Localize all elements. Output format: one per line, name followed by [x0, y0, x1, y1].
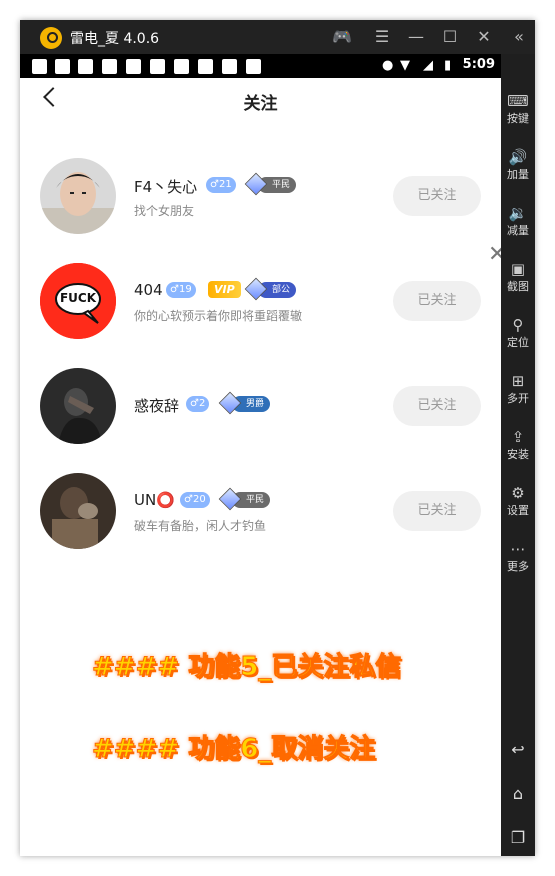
- notification-icon: [126, 59, 141, 74]
- username: 404: [134, 281, 163, 299]
- screenshot-icon: ▣: [510, 260, 526, 278]
- ldplayer-logo-icon: [40, 27, 62, 49]
- avatar-photo-icon: [40, 368, 116, 444]
- gender-age-badge: ♂19: [166, 282, 196, 298]
- avatar-text: FUCK: [59, 291, 97, 305]
- overlay-annotation-2: #### 功能6_取消关注: [91, 734, 376, 765]
- notification-icon: [174, 59, 189, 74]
- menu-icon[interactable]: ☰: [370, 26, 394, 48]
- user-bio: 你的心软预示着你即将重蹈覆辙: [134, 309, 303, 323]
- username: F4丶失心: [134, 178, 198, 196]
- notification-icon: [150, 59, 165, 74]
- following-button[interactable]: 已关注: [393, 386, 481, 426]
- sidebar-item-multi-open[interactable]: ⊞ 多开: [501, 372, 535, 406]
- avatar[interactable]: [40, 473, 116, 549]
- page-header: 关注: [20, 78, 501, 122]
- sidebar-item-screenshot[interactable]: ▣ 截图: [501, 260, 535, 294]
- location-status-icon: ●: [382, 58, 394, 73]
- notification-icon: [222, 59, 237, 74]
- maximize-icon[interactable]: ☐: [438, 26, 462, 48]
- gender-age-badge: ♂2: [186, 396, 210, 412]
- volume-up-icon: 🔊: [508, 148, 528, 166]
- page-title: 关注: [243, 94, 278, 114]
- sidebar-item-location[interactable]: ⚲ 定位: [501, 316, 535, 350]
- clock: 5:09: [462, 57, 495, 72]
- follow-list-item[interactable]: FUCK 404 ♂19 VIP 部公 你的心软预示着你即将重蹈覆辙 已关注: [20, 263, 501, 363]
- follow-list-item[interactable]: 惑夜辞 ♂2 男爵 已关注: [20, 368, 501, 468]
- install-icon: ⇪: [511, 428, 525, 446]
- user-bio: 找个女朋友: [134, 204, 195, 218]
- avatar[interactable]: FUCK: [40, 263, 116, 339]
- battery-icon: ▮: [444, 58, 452, 73]
- emulator-sidebar: ⌨ 按键 🔊 加量 🔉 减量 ▣ 截图 ⚲ 定位 ⊞ 多开 ⇪ 安装 ⚙ 设置 ⋯ 更多 ↩ ⌂ …: [501, 54, 535, 856]
- emulator-title: 雷电_夏 4.0.6: [70, 31, 160, 47]
- location-icon: ⚲: [512, 316, 524, 334]
- avatar-photo-icon: [40, 158, 116, 234]
- follow-list-item[interactable]: F4丶失心 ♂21 平民 找个女朋友 已关注: [20, 158, 501, 258]
- settings-icon: ⚙: [511, 484, 525, 502]
- volume-down-icon: 🔉: [508, 204, 528, 222]
- gender-age-badge: ♂20: [180, 492, 210, 508]
- sidebar-item-keys[interactable]: ⌨ 按键: [501, 92, 535, 126]
- more-icon: ⋯: [510, 540, 526, 558]
- notification-icon: [78, 59, 93, 74]
- gender-age-badge: ♂21: [206, 177, 236, 193]
- notification-icon: [55, 59, 70, 74]
- avatar[interactable]: [40, 158, 116, 234]
- avatar-photo-icon: [40, 473, 116, 549]
- notification-icon: [246, 59, 261, 74]
- notification-icon: [102, 59, 117, 74]
- sidebar-item-volume-up[interactable]: 🔊 加量: [501, 148, 535, 182]
- wifi-icon: ▼: [400, 58, 410, 73]
- sidebar-item-volume-down[interactable]: 🔉 减量: [501, 204, 535, 238]
- minimize-icon[interactable]: —: [404, 26, 428, 48]
- keyboard-icon: ⌨: [507, 92, 529, 110]
- close-icon[interactable]: ✕: [472, 26, 496, 48]
- nav-home-icon[interactable]: ⌂: [501, 784, 535, 803]
- sidebar-item-more[interactable]: ⋯ 更多: [501, 540, 535, 574]
- username: UN⭕: [134, 491, 175, 509]
- user-bio: 破车有备胎，闲人才钓鱼: [134, 519, 267, 533]
- android-status-bar: ● ▼ ◢ ▮ 5:09: [20, 54, 501, 78]
- follow-list-item[interactable]: UN⭕ ♂20 平民 破车有备胎，闲人才钓鱼 已关注: [20, 473, 501, 573]
- following-button[interactable]: 已关注: [393, 281, 481, 321]
- avatar[interactable]: [40, 368, 116, 444]
- sidebar-item-settings[interactable]: ⚙ 设置: [501, 484, 535, 518]
- gamepad-icon[interactable]: 🎮: [330, 26, 354, 48]
- no-signal-icon: ◢: [423, 58, 433, 73]
- emulator-title-bar: 雷电_夏 4.0.6 🎮 ☰ — ☐ ✕ «: [20, 20, 535, 54]
- emulator-window: 雷电_夏 4.0.6 🎮 ☰ — ☐ ✕ « ● ▼ ◢ ▮ 5:09 关注 F…: [20, 20, 535, 856]
- sidebar-item-install[interactable]: ⇪ 安装: [501, 428, 535, 462]
- nav-back-icon[interactable]: ↩: [501, 740, 535, 759]
- notification-icon: [198, 59, 213, 74]
- following-button[interactable]: 已关注: [393, 491, 481, 531]
- username: 惑夜辞: [134, 397, 180, 415]
- multi-open-icon: ⊞: [511, 372, 525, 390]
- app-screen: 关注 F4丶失心 ♂21 平民 找个女朋友 已关注 FUCK 404 ♂19 V…: [20, 78, 501, 856]
- notification-icon: [32, 59, 47, 74]
- nav-recents-icon[interactable]: ❐: [501, 828, 535, 847]
- following-button[interactable]: 已关注: [393, 176, 481, 216]
- overlay-annotation-1: #### 功能5_已关注私信: [91, 652, 402, 683]
- vip-badge: VIP: [208, 281, 241, 298]
- collapse-sidebar-icon[interactable]: «: [507, 26, 531, 48]
